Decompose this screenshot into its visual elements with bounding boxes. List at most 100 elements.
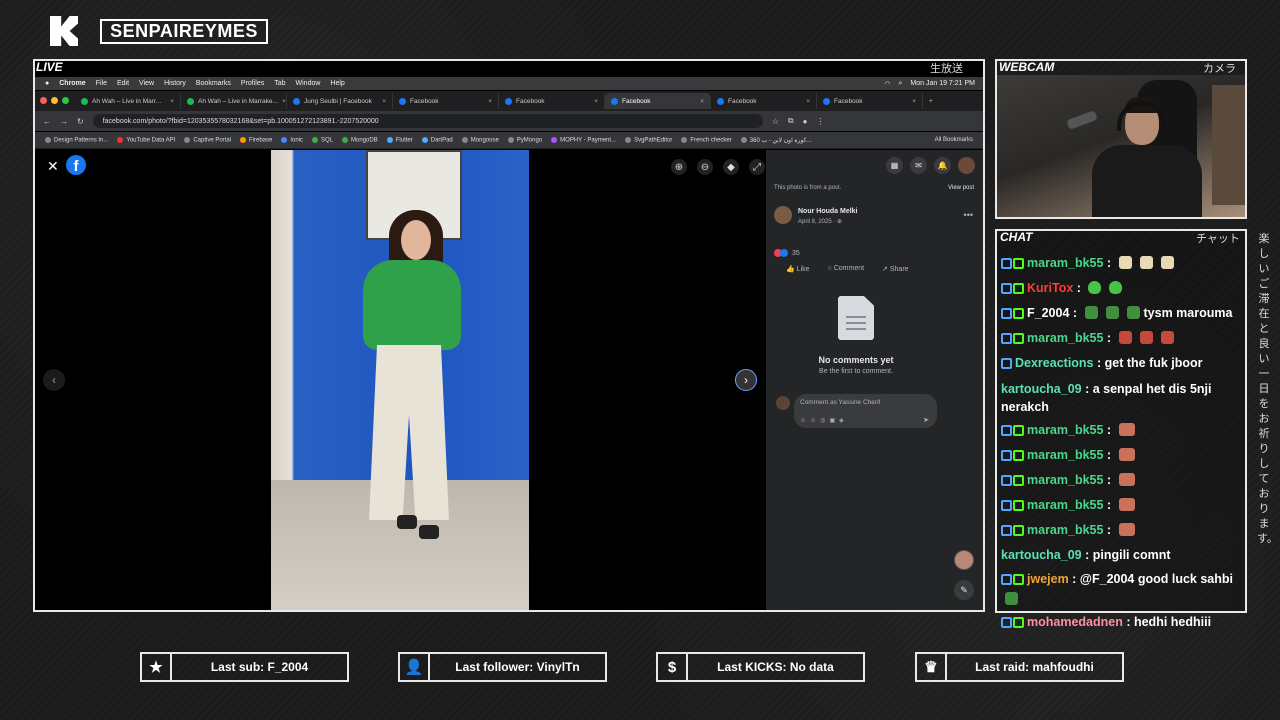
share-button[interactable]: ↗ Share [882, 265, 909, 273]
tag-icon[interactable]: ◆ [723, 159, 739, 175]
close-window-button[interactable] [40, 97, 47, 104]
bookmark-item[interactable]: PyMongo [507, 136, 542, 143]
messenger-icon[interactable]: ✉ [910, 157, 927, 174]
close-icon[interactable]: × [594, 98, 598, 105]
bookmark-item[interactable]: SvgPathEditor [625, 136, 672, 143]
chat-username[interactable]: kartoucha_09 [1001, 382, 1082, 396]
menu-edit[interactable]: Edit [117, 80, 129, 87]
close-icon[interactable]: × [382, 98, 386, 105]
bookmark-item[interactable]: French checker [681, 136, 732, 143]
tab-facebook-5[interactable]: Facebook × [817, 93, 923, 109]
new-tab-button[interactable]: + [929, 98, 933, 105]
forward-icon[interactable]: → [60, 117, 68, 126]
chat-username[interactable]: maram_bk55 [1027, 523, 1103, 537]
menu-grid-icon[interactable]: ▦ [886, 157, 903, 174]
bookmark-item[interactable]: Design Patterns In... [45, 136, 108, 143]
reload-icon[interactable]: ↻ [77, 117, 84, 126]
star-bookmark-icon[interactable]: ☆ [772, 117, 779, 126]
view-post-link[interactable]: View post [948, 185, 974, 191]
all-bookmarks[interactable]: All Bookmarks [935, 137, 973, 143]
search-icon[interactable]: ⌕ [898, 80, 902, 88]
new-message-icon[interactable]: ✎ [954, 580, 974, 600]
author-name[interactable]: Nour Houda Melki [798, 208, 858, 215]
bookmark-item[interactable]: Mongoose [461, 136, 499, 143]
comment-input[interactable]: Comment as Yassine Cherif ☺☺◎▣◈ ➤ [794, 394, 937, 428]
author-avatar[interactable] [774, 206, 792, 224]
chat-username[interactable]: mohamedadnen [1027, 615, 1123, 629]
bookmark-item[interactable]: MOPHY - Payment... [551, 136, 616, 143]
apple-icon[interactable]: ● [45, 80, 49, 87]
bookmark-item[interactable]: Flutter [386, 136, 413, 143]
menu-view[interactable]: View [139, 80, 154, 87]
tab-facebook-2[interactable]: Facebook × [393, 93, 499, 109]
minimize-window-button[interactable] [51, 97, 58, 104]
bookmark-item[interactable]: 360 كورة اون لاين - ب... [740, 136, 811, 144]
menu-tab[interactable]: Tab [274, 80, 285, 87]
tab-facebook-4[interactable]: Facebook × [711, 93, 817, 109]
profile-avatar[interactable]: ● [803, 117, 808, 126]
tab-spotify-2[interactable]: Ah Wah – Live in Marrake... × [181, 93, 287, 109]
back-icon[interactable]: ← [43, 117, 51, 126]
chat-username[interactable]: F_2004 [1027, 306, 1069, 320]
close-icon[interactable]: ✕ [47, 158, 59, 175]
comment-tools[interactable]: ☺☺◎▣◈ [800, 417, 848, 424]
chat-username[interactable]: maram_bk55 [1027, 498, 1103, 512]
chat-username[interactable]: jwejem [1027, 572, 1069, 586]
chat-username[interactable]: maram_bk55 [1027, 448, 1103, 462]
tab-facebook-1[interactable]: Jung Seulbi | Facebook × [287, 93, 393, 109]
browser-menu-icon[interactable]: ⋮ [816, 117, 824, 126]
menu-window[interactable]: Window [296, 80, 321, 87]
bookmark-item[interactable]: MongoDB [342, 136, 378, 143]
previous-photo-button[interactable]: ‹ [43, 369, 65, 391]
menu-help[interactable]: Help [330, 80, 344, 87]
close-icon[interactable]: × [282, 98, 286, 105]
zoom-in-icon[interactable]: ⊕ [671, 159, 687, 175]
extensions-icon[interactable]: ⧉ [788, 116, 794, 126]
menu-clock[interactable]: Mon Jan 19 7:21 PM [910, 80, 975, 88]
menu-file[interactable]: File [96, 80, 107, 87]
like-react-icon [780, 249, 788, 257]
menu-history[interactable]: History [164, 80, 186, 87]
tab-facebook-3[interactable]: Facebook × [499, 93, 605, 109]
next-photo-button[interactable]: › [735, 369, 757, 391]
facebook-logo-icon[interactable]: f [66, 155, 86, 175]
comment-button[interactable]: ○ Comment [828, 265, 865, 273]
bookmark-item[interactable]: YouTube Data API [117, 136, 175, 143]
chat-username[interactable]: maram_bk55 [1027, 473, 1103, 487]
like-button[interactable]: 👍 Like [786, 265, 810, 273]
send-icon[interactable]: ➤ [923, 416, 929, 424]
photo[interactable] [271, 150, 529, 610]
close-icon[interactable]: × [488, 98, 492, 105]
chat-username[interactable]: kartoucha_09 [1001, 548, 1082, 562]
more-options-icon[interactable]: ••• [964, 210, 973, 220]
close-icon[interactable]: × [170, 98, 174, 105]
tab-spotify-1[interactable]: Ah Wah – Live in Marr... × [75, 93, 181, 109]
chat-username[interactable]: KuriTox [1027, 281, 1073, 295]
close-icon[interactable]: × [912, 98, 916, 105]
chat-head-avatar[interactable] [954, 550, 974, 570]
close-icon[interactable]: × [806, 98, 810, 105]
bell-icon[interactable]: 🔔 [934, 157, 951, 174]
close-icon[interactable]: × [700, 98, 704, 105]
address-bar[interactable]: facebook.com/photo/?fbid=120353557803216… [92, 114, 763, 128]
emote-icon [1139, 256, 1153, 269]
bookmark-item[interactable]: SQL [312, 136, 333, 143]
menu-app-name[interactable]: Chrome [59, 80, 85, 87]
bookmark-item[interactable]: Captive Portal [184, 136, 231, 143]
avatar[interactable] [958, 157, 975, 174]
wifi-icon[interactable]: ◠ [884, 80, 890, 88]
chat-username[interactable]: maram_bk55 [1027, 423, 1103, 437]
chat-username[interactable]: maram_bk55 [1027, 331, 1103, 345]
fullscreen-icon[interactable]: ⤢ [749, 159, 765, 175]
chat-username[interactable]: Dexreactions [1015, 356, 1094, 370]
menu-profiles[interactable]: Profiles [241, 80, 264, 87]
bookmark-item[interactable]: Ionic [281, 136, 303, 143]
maximize-window-button[interactable] [62, 97, 69, 104]
reactions[interactable]: 35 [774, 249, 800, 257]
bookmark-item[interactable]: Firebase [240, 136, 272, 143]
bookmark-item[interactable]: DartPad [421, 136, 453, 143]
chat-username[interactable]: maram_bk55 [1027, 256, 1103, 270]
tab-facebook-active[interactable]: Facebook × [605, 93, 711, 109]
zoom-out-icon[interactable]: ⊖ [697, 159, 713, 175]
menu-bookmarks[interactable]: Bookmarks [196, 80, 231, 87]
